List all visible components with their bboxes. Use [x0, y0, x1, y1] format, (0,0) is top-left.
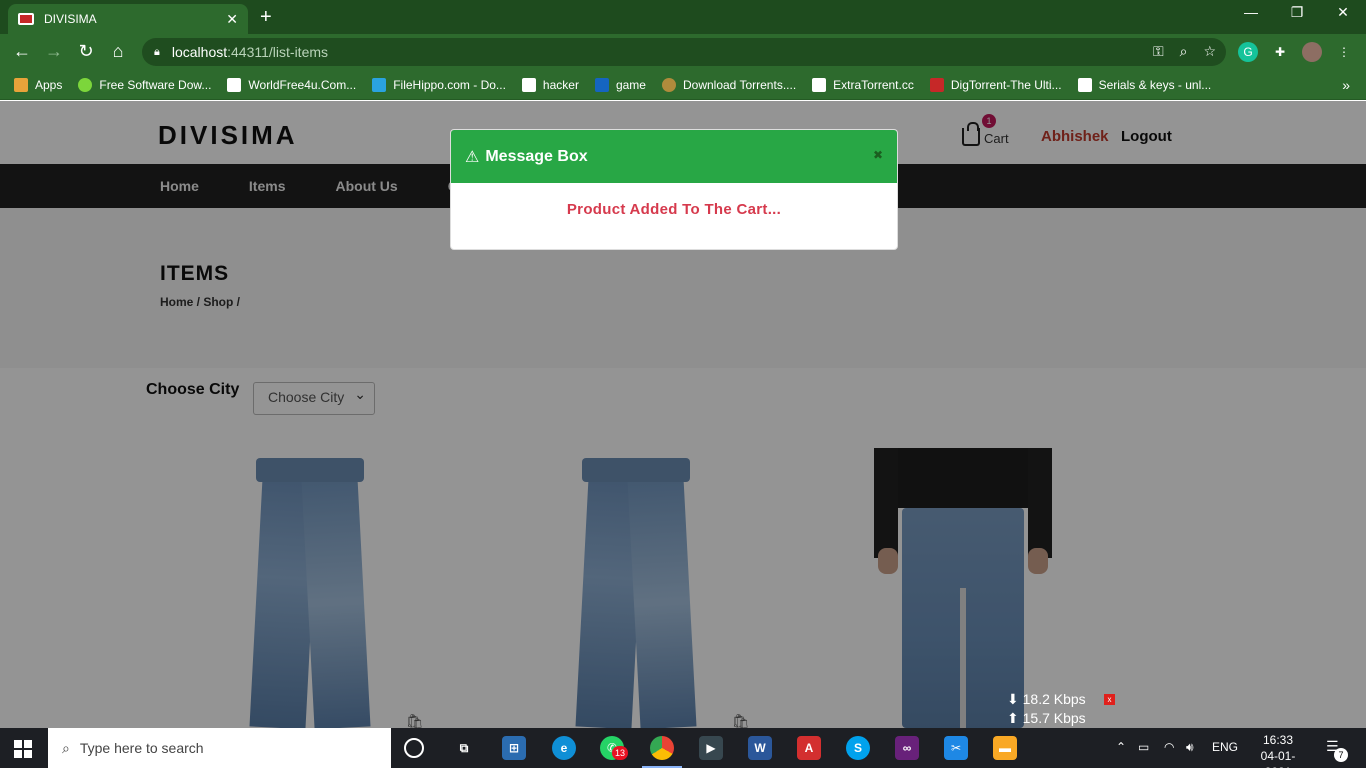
tab-title: DIVISIMA [44, 12, 97, 26]
browser-tab[interactable]: DIVISIMA ✕ [8, 4, 248, 34]
tray-chevron-icon[interactable]: ⌃ [1116, 740, 1126, 754]
bookmark-download-torrents[interactable]: Download Torrents.... [661, 77, 796, 92]
word-icon[interactable]: W [748, 736, 772, 760]
message-box-modal: ⚠ Message Box ✖ Product Added To The Car… [450, 129, 898, 250]
chrome-icon[interactable] [650, 736, 674, 760]
starburst-icon [78, 77, 93, 92]
bookmark-star-icon[interactable]: ☆ [1203, 43, 1216, 60]
search-icon: ⌕ [62, 739, 70, 756]
apps-grid-icon [14, 77, 28, 92]
taskbar-search-box[interactable]: ⌕ Type here to search [48, 728, 391, 768]
extratorrent-icon [812, 77, 827, 92]
netspeed-close-icon[interactable]: x [1104, 694, 1115, 705]
browser-tabstrip: DIVISIMA ✕ + — ❐ ✕ [0, 0, 1366, 34]
bookmark-hacker[interactable]: hacker [521, 77, 579, 92]
maximize-button[interactable]: ❐ [1274, 4, 1320, 21]
clock-time: 16:33 [1262, 733, 1294, 747]
windows-start-icon[interactable] [14, 740, 32, 758]
volume-icon[interactable]: 🔊︎ [1186, 740, 1194, 755]
bookmark-digtorrent[interactable]: DigTorrent-The Ulti... [929, 77, 1062, 92]
back-arrow-icon[interactable]: ← [10, 41, 34, 62]
bookmarks-bar: Apps Free Software Dow... WorldFree4u.Co… [0, 70, 1366, 100]
home-icon[interactable]: ⌂ [106, 41, 130, 62]
bookmark-extratorrent[interactable]: ExtraTorrent.cc [812, 77, 914, 92]
wf-icon [227, 77, 242, 92]
modal-close-icon[interactable]: ✖ [873, 148, 883, 162]
keys-icon [1077, 77, 1092, 92]
cortana-icon[interactable] [404, 738, 424, 758]
browser-toolbar: ← → ↻ ⌂ 🔒︎ localhost:44311/list-items ⚿ … [0, 34, 1366, 70]
battery-icon[interactable]: ▭ [1138, 740, 1149, 754]
netspeed-upload: ⬆ 15.7 Kbps [1007, 710, 1086, 726]
warning-icon: ⚠ [465, 148, 480, 166]
bookmark-serials-keys[interactable]: Serials & keys - unl... [1077, 77, 1211, 92]
tab-close-icon[interactable]: ✕ [226, 11, 238, 28]
page-viewport: DIVISIMA Cart 1 Abhishek Logout Home Ite… [0, 101, 1366, 728]
url-host: localhost [171, 44, 228, 60]
task-view-icon[interactable]: ⧉ [452, 736, 476, 760]
site-favicon-icon [18, 13, 34, 25]
new-tab-button[interactable]: + [260, 6, 272, 29]
address-bar[interactable]: 🔒︎ localhost:44311/list-items ⚿ ⌕ ☆ [142, 38, 1226, 66]
wifi-icon[interactable]: ◠ [1164, 740, 1174, 754]
lock-icon: 🔒︎ [154, 45, 160, 58]
clock-date: 04-01-2021 [1260, 749, 1296, 768]
filehippo-icon [372, 77, 387, 92]
game-icon [594, 77, 609, 92]
hacker-icon [521, 77, 536, 92]
acrobat-icon[interactable]: A [797, 736, 821, 760]
search-placeholder: Type here to search [79, 740, 204, 756]
modal-header: ⚠ Message Box ✖ [451, 130, 897, 183]
zoom-icon[interactable]: ⌕ [1180, 43, 1188, 60]
netspeed-download: ⬇ 18.2 Kbps [1007, 691, 1086, 707]
bookmark-filehippo[interactable]: FileHippo.com - Do... [372, 77, 506, 92]
language-indicator[interactable]: ENG [1212, 740, 1238, 754]
store-icon[interactable]: ⊞ [502, 736, 526, 760]
grammarly-icon[interactable]: G [1238, 42, 1258, 62]
close-window-button[interactable]: ✕ [1320, 4, 1366, 21]
reload-icon[interactable]: ↻ [74, 41, 98, 62]
extensions-puzzle-icon[interactable]: ✚ [1270, 42, 1290, 62]
bookmark-apps[interactable]: Apps [14, 77, 62, 92]
torrent-shield-icon [661, 77, 676, 92]
bookmark-worldfree4u[interactable]: WorldFree4u.Com... [227, 77, 356, 92]
bookmark-game[interactable]: game [594, 77, 646, 92]
edge-icon[interactable]: e [552, 736, 576, 760]
bookmark-free-software[interactable]: Free Software Dow... [78, 77, 211, 92]
snipping-tool-icon[interactable]: ✂ [944, 736, 968, 760]
sn-icon [929, 77, 944, 92]
key-icon[interactable]: ⚿ [1153, 43, 1164, 60]
media-player-icon[interactable]: ▶ [699, 736, 723, 760]
whatsapp-badge: 13 [612, 746, 628, 760]
minimize-button[interactable]: — [1228, 4, 1274, 20]
modal-title: Message Box [485, 147, 588, 165]
profile-avatar[interactable] [1302, 42, 1322, 62]
forward-arrow-icon[interactable]: → [42, 41, 66, 62]
file-explorer-icon[interactable]: ▬ [993, 736, 1017, 760]
menu-kebab-icon[interactable]: ⋮ [1334, 42, 1354, 62]
system-clock[interactable]: 16:33 04-01-2021 [1250, 732, 1306, 768]
url-path: :44311/list-items [227, 44, 329, 60]
notification-count-badge: 7 [1334, 748, 1348, 762]
bookmarks-overflow-icon[interactable]: » [1342, 77, 1350, 93]
visual-studio-icon[interactable]: ∞ [895, 736, 919, 760]
windows-taskbar: ⌕ Type here to search ⧉ ⊞ e ✆ 13 ▶ W A S… [0, 728, 1366, 768]
skype-icon[interactable]: S [846, 736, 870, 760]
modal-message: Product Added To The Cart... [566, 201, 782, 218]
